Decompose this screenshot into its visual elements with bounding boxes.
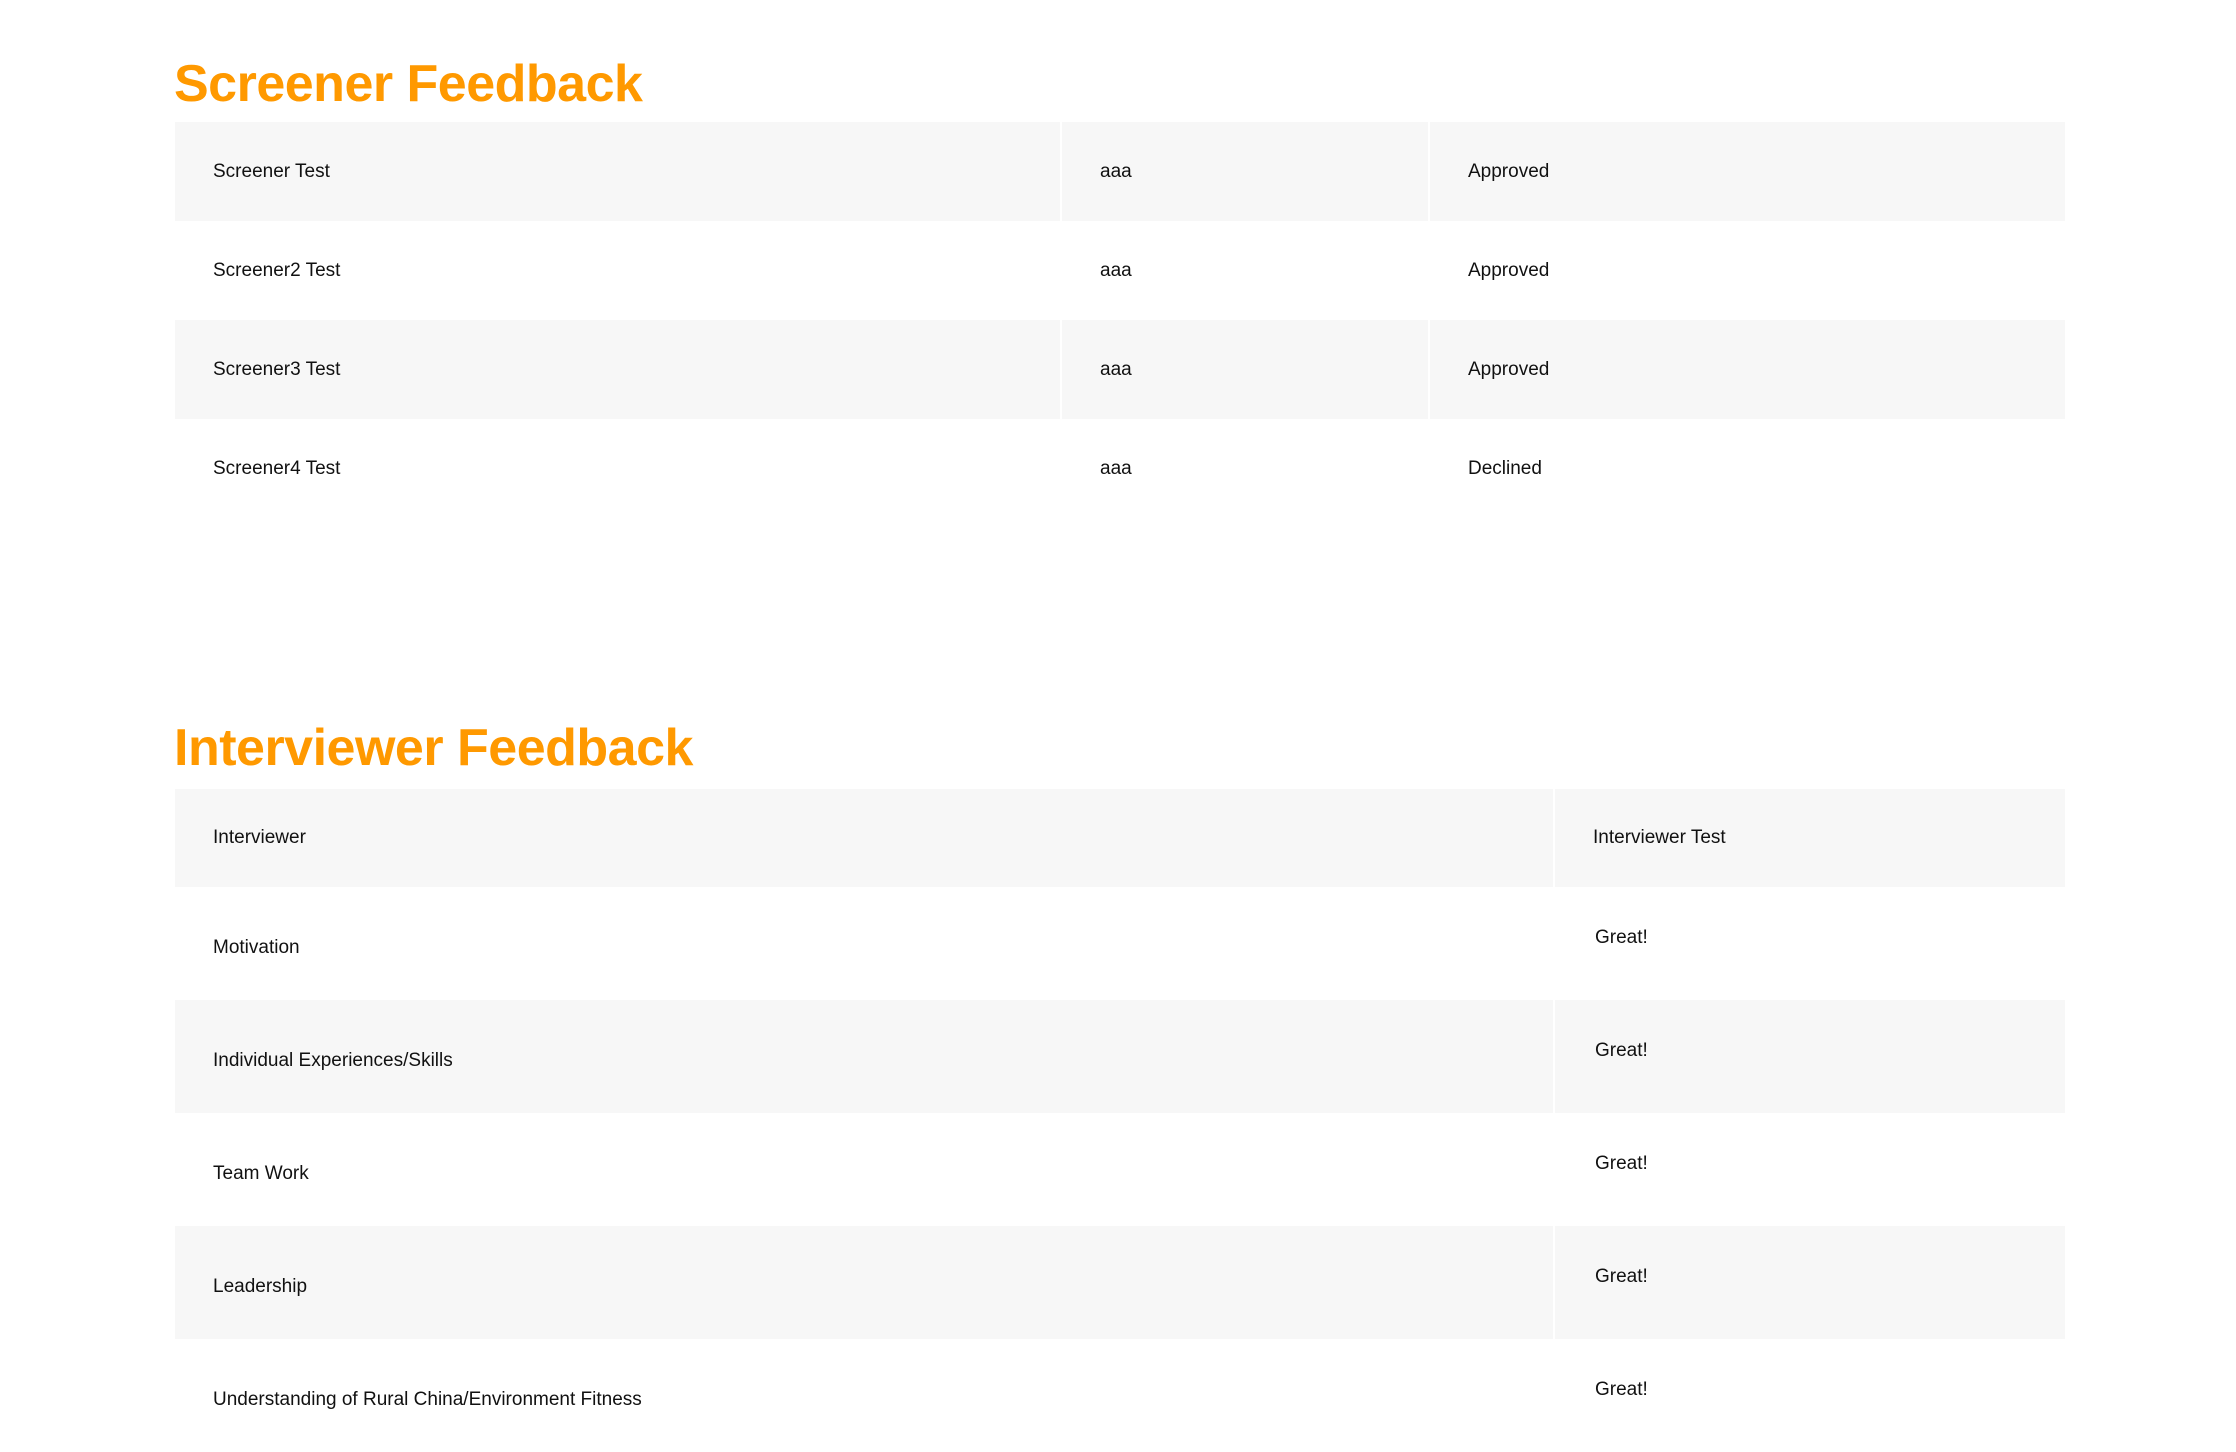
- screener-status: Approved: [1428, 320, 2065, 419]
- table-row: Screener2 Test aaa Approved: [175, 221, 2065, 320]
- table-header-row: Interviewer Interviewer Test: [175, 789, 2065, 887]
- interviewer-header-name: Interviewer Test: [1553, 789, 2065, 887]
- screener-status: Declined: [1468, 457, 1542, 479]
- table-row: Individual Experiences/Skills Great!: [175, 1000, 2065, 1113]
- table-row: Screener4 Test aaa Declined: [175, 419, 2065, 518]
- screener-status: Approved: [1468, 259, 1550, 281]
- screener-feedback-title: Screener Feedback: [174, 55, 643, 113]
- interviewer-feedback-title: Interviewer Feedback: [174, 719, 693, 777]
- criterion-value: Great!: [1595, 927, 1648, 948]
- table-row: Screener Test aaa Approved: [175, 122, 2065, 221]
- table-row: Screener3 Test aaa Approved: [175, 320, 2065, 419]
- screener-comment: aaa: [1100, 457, 1132, 479]
- criterion-value: Great!: [1595, 1153, 1648, 1174]
- screener-status: Approved: [1428, 122, 2065, 221]
- criterion-label: Leadership: [175, 1226, 1553, 1339]
- table-row: Team Work Great!: [175, 1113, 2065, 1226]
- interviewer-feedback-table: Interviewer Interviewer Test Motivation …: [175, 789, 2065, 1452]
- screener-comment: aaa: [1100, 259, 1132, 281]
- table-row: Understanding of Rural China/Environment…: [175, 1339, 2065, 1452]
- criterion-value: Great!: [1553, 1000, 2065, 1113]
- table-row: Leadership Great!: [175, 1226, 2065, 1339]
- screener-comment: aaa: [1060, 320, 1428, 419]
- criterion-value: Great!: [1553, 1226, 2065, 1339]
- screener-name: Screener Test: [175, 122, 1060, 221]
- criterion-label: Team Work: [213, 1162, 309, 1184]
- criterion-label: Understanding of Rural China/Environment…: [213, 1388, 642, 1410]
- screener-name: Screener4 Test: [213, 457, 341, 479]
- table-row: Motivation Great!: [175, 887, 2065, 1000]
- screener-comment: aaa: [1060, 122, 1428, 221]
- criterion-label: Motivation: [213, 936, 300, 958]
- screener-name: Screener3 Test: [175, 320, 1060, 419]
- criterion-value: Great!: [1595, 1379, 1648, 1400]
- screener-feedback-table: Screener Test aaa Approved Screener2 Tes…: [175, 122, 2065, 518]
- interviewer-header-label: Interviewer: [175, 789, 1553, 887]
- criterion-label: Individual Experiences/Skills: [175, 1000, 1553, 1113]
- screener-name: Screener2 Test: [213, 259, 341, 281]
